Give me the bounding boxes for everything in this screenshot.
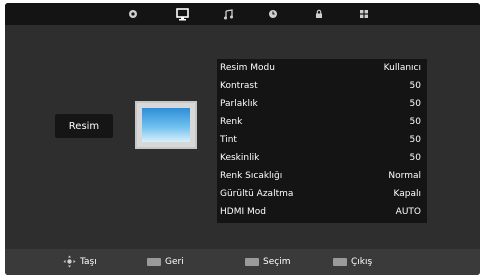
menu-item-value: 50 bbox=[409, 81, 421, 91]
help-move-label: Taşı bbox=[80, 257, 97, 267]
category-label: Resim bbox=[55, 114, 113, 138]
menu-item-value: 50 bbox=[409, 153, 421, 163]
select-key-icon bbox=[245, 258, 259, 266]
menu-item-value: 50 bbox=[409, 99, 421, 109]
help-exit-label: Çıkış bbox=[351, 257, 373, 267]
menu-item-tint[interactable]: Tint 50 bbox=[217, 133, 427, 149]
menu-item-label: Parlaklık bbox=[220, 99, 258, 109]
gear-icon[interactable] bbox=[126, 7, 140, 21]
menu-item-label: Renk Sıcaklığı bbox=[220, 171, 283, 181]
menu-item-keskinlik[interactable]: Keskinlik 50 bbox=[217, 151, 427, 167]
help-move: Taşı bbox=[63, 255, 97, 269]
menu-item-gurultu-azaltma[interactable]: Gürültü Azaltma Kapalı bbox=[217, 187, 427, 203]
menu-item-value: 50 bbox=[409, 135, 421, 145]
menu-item-value: AUTO bbox=[395, 207, 421, 217]
menu-item-label: Kontrast bbox=[220, 81, 258, 91]
menu-item-value: Normal bbox=[388, 171, 421, 181]
help-select: Seçim bbox=[245, 255, 290, 269]
menu-item-resim-modu[interactable]: Resim Modu Kullanıcı bbox=[217, 61, 427, 77]
menu-item-label: Resim Modu bbox=[220, 63, 275, 73]
dpad-icon bbox=[63, 253, 76, 272]
menu-item-kontrast[interactable]: Kontrast 50 bbox=[217, 79, 427, 95]
menu-item-value: 50 bbox=[409, 117, 421, 127]
help-back: Geri bbox=[147, 255, 184, 269]
menu-item-label: Tint bbox=[220, 135, 237, 145]
help-select-label: Seçim bbox=[263, 257, 291, 267]
menu-item-value: Kapalı bbox=[393, 189, 422, 199]
lock-icon[interactable] bbox=[312, 7, 326, 21]
menu-item-parlaklik[interactable]: Parlaklık 50 bbox=[217, 97, 427, 113]
menu-item-value: Kullanıcı bbox=[383, 63, 421, 73]
menu-item-renk[interactable]: Renk 50 bbox=[217, 115, 427, 131]
tv-screen: Resim Resim Modu Kullanıcı Kontrast 50 P… bbox=[5, 3, 480, 275]
menu-item-label: Keskinlik bbox=[220, 153, 260, 163]
menu-item-hdmi-mod[interactable]: HDMI Mod AUTO bbox=[217, 205, 427, 221]
top-menu-bar bbox=[5, 3, 480, 25]
menu-item-label: Gürültü Azaltma bbox=[220, 189, 294, 199]
bottom-help-bar: Taşı Geri Seçim Çıkış bbox=[5, 249, 480, 275]
picture-settings-menu: Resim Modu Kullanıcı Kontrast 50 Parlakl… bbox=[217, 59, 427, 223]
monitor-icon[interactable] bbox=[175, 7, 189, 21]
timer-icon[interactable] bbox=[266, 7, 280, 21]
menu-item-label: Renk bbox=[220, 117, 243, 127]
picture-category-icon bbox=[135, 101, 197, 149]
grid-icon[interactable] bbox=[357, 7, 371, 21]
menu-item-renk-sicakligi[interactable]: Renk Sıcaklığı Normal bbox=[217, 169, 427, 185]
picture-preview bbox=[142, 108, 190, 142]
help-exit: Çıkış bbox=[333, 255, 372, 269]
menu-item-label: HDMI Mod bbox=[220, 207, 266, 217]
back-key-icon bbox=[147, 258, 161, 266]
exit-key-icon bbox=[333, 258, 347, 266]
music-note-icon[interactable] bbox=[221, 7, 235, 21]
help-back-label: Geri bbox=[165, 257, 184, 267]
